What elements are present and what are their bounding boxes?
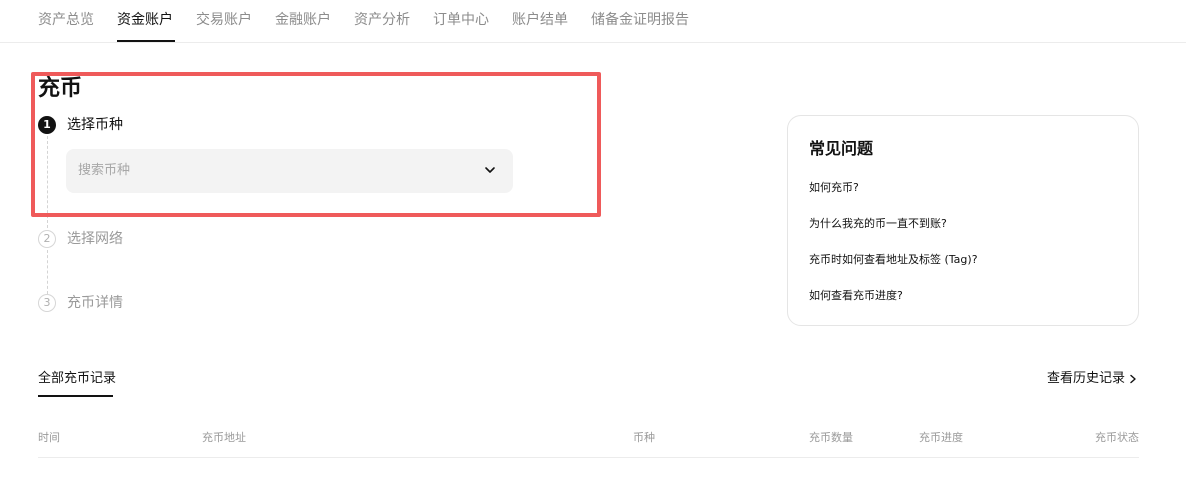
view-history-link[interactable]: 查看历史记录 [1047,370,1138,388]
records-tab-indicator [38,395,113,397]
faq-item[interactable]: 充币时如何查看地址及标签 (Tag)? [809,252,978,268]
step-2-number: 2 [38,230,56,248]
faq-item[interactable]: 如何查看充币进度? [809,288,903,304]
column-header-amount: 充币数量 [809,431,853,444]
column-header-progress: 充币进度 [919,431,963,444]
column-header-coin: 币种 [633,431,655,444]
tab-account-statement[interactable]: 账户结单 [512,10,568,30]
chevron-right-icon [1130,374,1136,383]
step-2-label: 选择网络 [67,231,123,247]
column-header-address: 充币地址 [202,431,246,444]
step-3-label: 充币详情 [67,295,123,311]
faq-card: 常见问题 如何充币? 为什么我充的币一直不到账? 充币时如何查看地址及标签 (T… [787,115,1139,326]
tab-order-center[interactable]: 订单中心 [433,10,489,30]
active-tab-indicator [117,40,175,42]
tab-all-deposit-records[interactable]: 全部充币记录 [38,370,116,388]
view-history-label: 查看历史记录 [1046,371,1125,386]
tab-proof-of-reserves[interactable]: 储备金证明报告 [591,10,689,30]
tab-funding-account[interactable]: 资金账户 [117,10,173,30]
step-connector [47,250,48,294]
tab-asset-analysis[interactable]: 资产分析 [354,10,410,30]
table-divider [38,457,1139,458]
column-header-time: 时间 [38,431,60,444]
step-3-number: 3 [38,294,56,312]
faq-title: 常见问题 [809,139,874,158]
highlight-box [31,72,601,217]
tab-finance-account[interactable]: 金融账户 [275,10,331,30]
faq-item[interactable]: 为什么我充的币一直不到账? [809,216,947,232]
account-nav: 资产总览 资金账户 交易账户 金融账户 资产分析 订单中心 账户结单 储备金证明… [0,0,1186,43]
column-header-status: 充币状态 [1095,431,1139,444]
tab-asset-overview[interactable]: 资产总览 [38,10,94,30]
faq-item[interactable]: 如何充币? [809,180,859,196]
tab-trading-account[interactable]: 交易账户 [196,10,252,30]
